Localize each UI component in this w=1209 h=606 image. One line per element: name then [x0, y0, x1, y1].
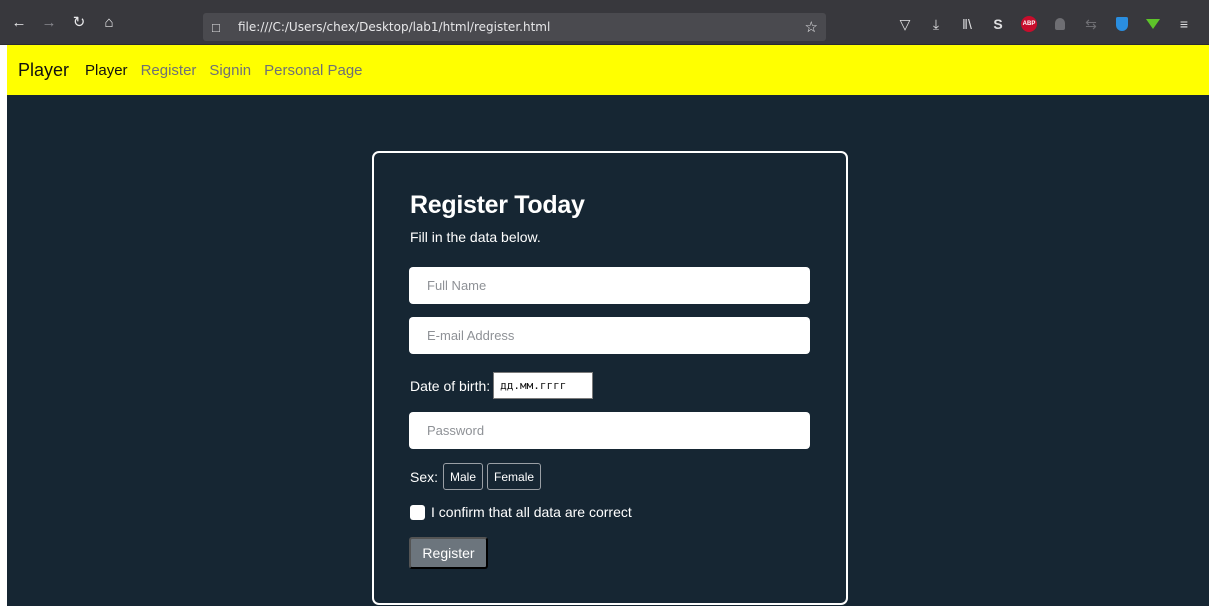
dob-row: Date of birth: дд.мм.гггг [410, 372, 594, 399]
back-icon[interactable]: ← [8, 11, 30, 33]
home-icon[interactable]: ⌂ [98, 11, 120, 33]
password-input[interactable] [409, 412, 810, 449]
confirm-row: I confirm that all data are correct [410, 504, 632, 520]
url-bar[interactable]: □ file:///C:/Users/chex/Desktop/lab1/htm… [203, 13, 826, 41]
navbar-brand[interactable]: Player [18, 60, 69, 81]
email-input[interactable] [409, 317, 810, 354]
form-title: Register Today [410, 191, 585, 219]
adblock-icon[interactable]: ABP [1018, 13, 1040, 35]
nav-link-register[interactable]: Register [141, 62, 197, 79]
sex-row: Sex: Male Female [410, 463, 545, 490]
swap-extension-icon[interactable]: ⇆ [1080, 13, 1102, 35]
library-icon[interactable]: ‖\ [956, 13, 978, 35]
page-body: Register Today Fill in the data below. D… [7, 95, 1209, 606]
confirm-label[interactable]: I confirm that all data are correct [431, 504, 632, 520]
toolbar-extensions: ▽ ⤓ ‖\ S ABP ⇆ ≡ [894, 13, 1204, 35]
menu-icon[interactable]: ≡ [1173, 13, 1195, 35]
site-navbar: Player Player Register Signin Personal P… [7, 45, 1209, 95]
person-extension-icon[interactable] [1049, 13, 1071, 35]
reload-icon[interactable]: ↻ [68, 11, 90, 33]
shield-extension-icon[interactable] [1111, 13, 1133, 35]
sync-icon[interactable]: S [987, 13, 1009, 35]
sex-female-button[interactable]: Female [487, 463, 542, 490]
bookmark-star-icon[interactable]: ☆ [805, 18, 818, 36]
browser-toolbar: ← → ↻ ⌂ □ file:///C:/Users/chex/Desktop/… [0, 0, 1209, 45]
nav-link-personal-page[interactable]: Personal Page [264, 62, 362, 79]
confirm-checkbox[interactable] [410, 504, 425, 520]
register-card: Register Today Fill in the data below. D… [372, 151, 848, 605]
form-subtitle: Fill in the data below. [410, 229, 541, 245]
left-margin-strip [0, 45, 7, 606]
dob-label: Date of birth: [410, 377, 491, 394]
url-text[interactable]: file:///C:/Users/chex/Desktop/lab1/html/… [238, 20, 550, 34]
nav-link-signin[interactable]: Signin [209, 62, 251, 79]
register-button[interactable]: Register [409, 537, 488, 569]
forward-icon[interactable]: → [38, 11, 60, 33]
green-download-extension-icon[interactable] [1142, 13, 1164, 35]
dob-input[interactable]: дд.мм.гггг [493, 372, 594, 399]
sex-label: Sex: [410, 468, 439, 485]
download-icon[interactable]: ⤓ [925, 13, 947, 35]
page-icon: □ [212, 19, 220, 35]
sex-male-button[interactable]: Male [443, 463, 484, 490]
pocket-icon[interactable]: ▽ [894, 13, 916, 35]
nav-link-player[interactable]: Player [85, 62, 128, 79]
full-name-input[interactable] [409, 267, 810, 304]
